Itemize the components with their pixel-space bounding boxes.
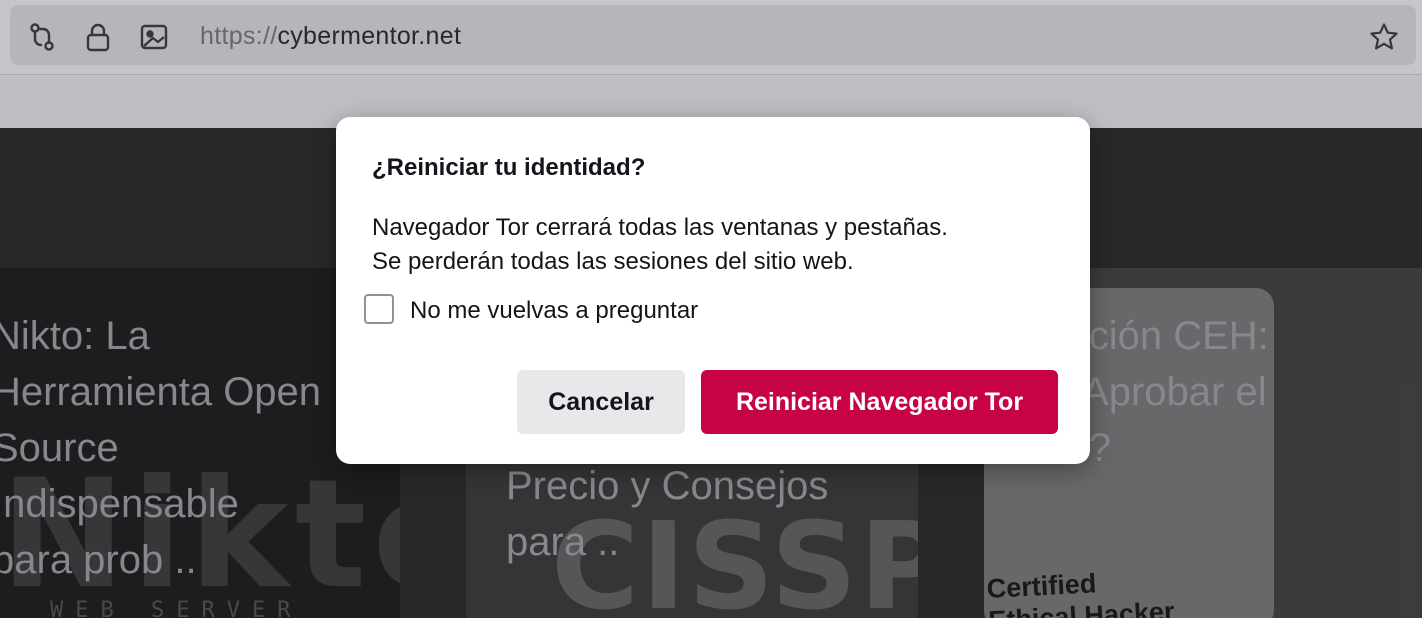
cancel-button[interactable]: Cancelar xyxy=(517,370,685,434)
dont-ask-again-label[interactable]: No me vuelvas a preguntar xyxy=(410,297,698,325)
dialog-message: Navegador Tor cerrará todas las ventanas… xyxy=(372,211,948,279)
dialog-message-line: Se perderán todas las sesiones del sitio… xyxy=(372,248,854,275)
new-identity-dialog: ¿Reiniciar tu identidad? Navegador Tor c… xyxy=(336,117,1090,464)
dialog-message-line: Navegador Tor cerrará todas las ventanas… xyxy=(372,214,948,241)
dont-ask-again-checkbox[interactable] xyxy=(364,294,394,324)
dialog-title: ¿Reiniciar tu identidad? xyxy=(372,154,646,181)
restart-tor-browser-button[interactable]: Reiniciar Navegador Tor xyxy=(701,370,1058,434)
